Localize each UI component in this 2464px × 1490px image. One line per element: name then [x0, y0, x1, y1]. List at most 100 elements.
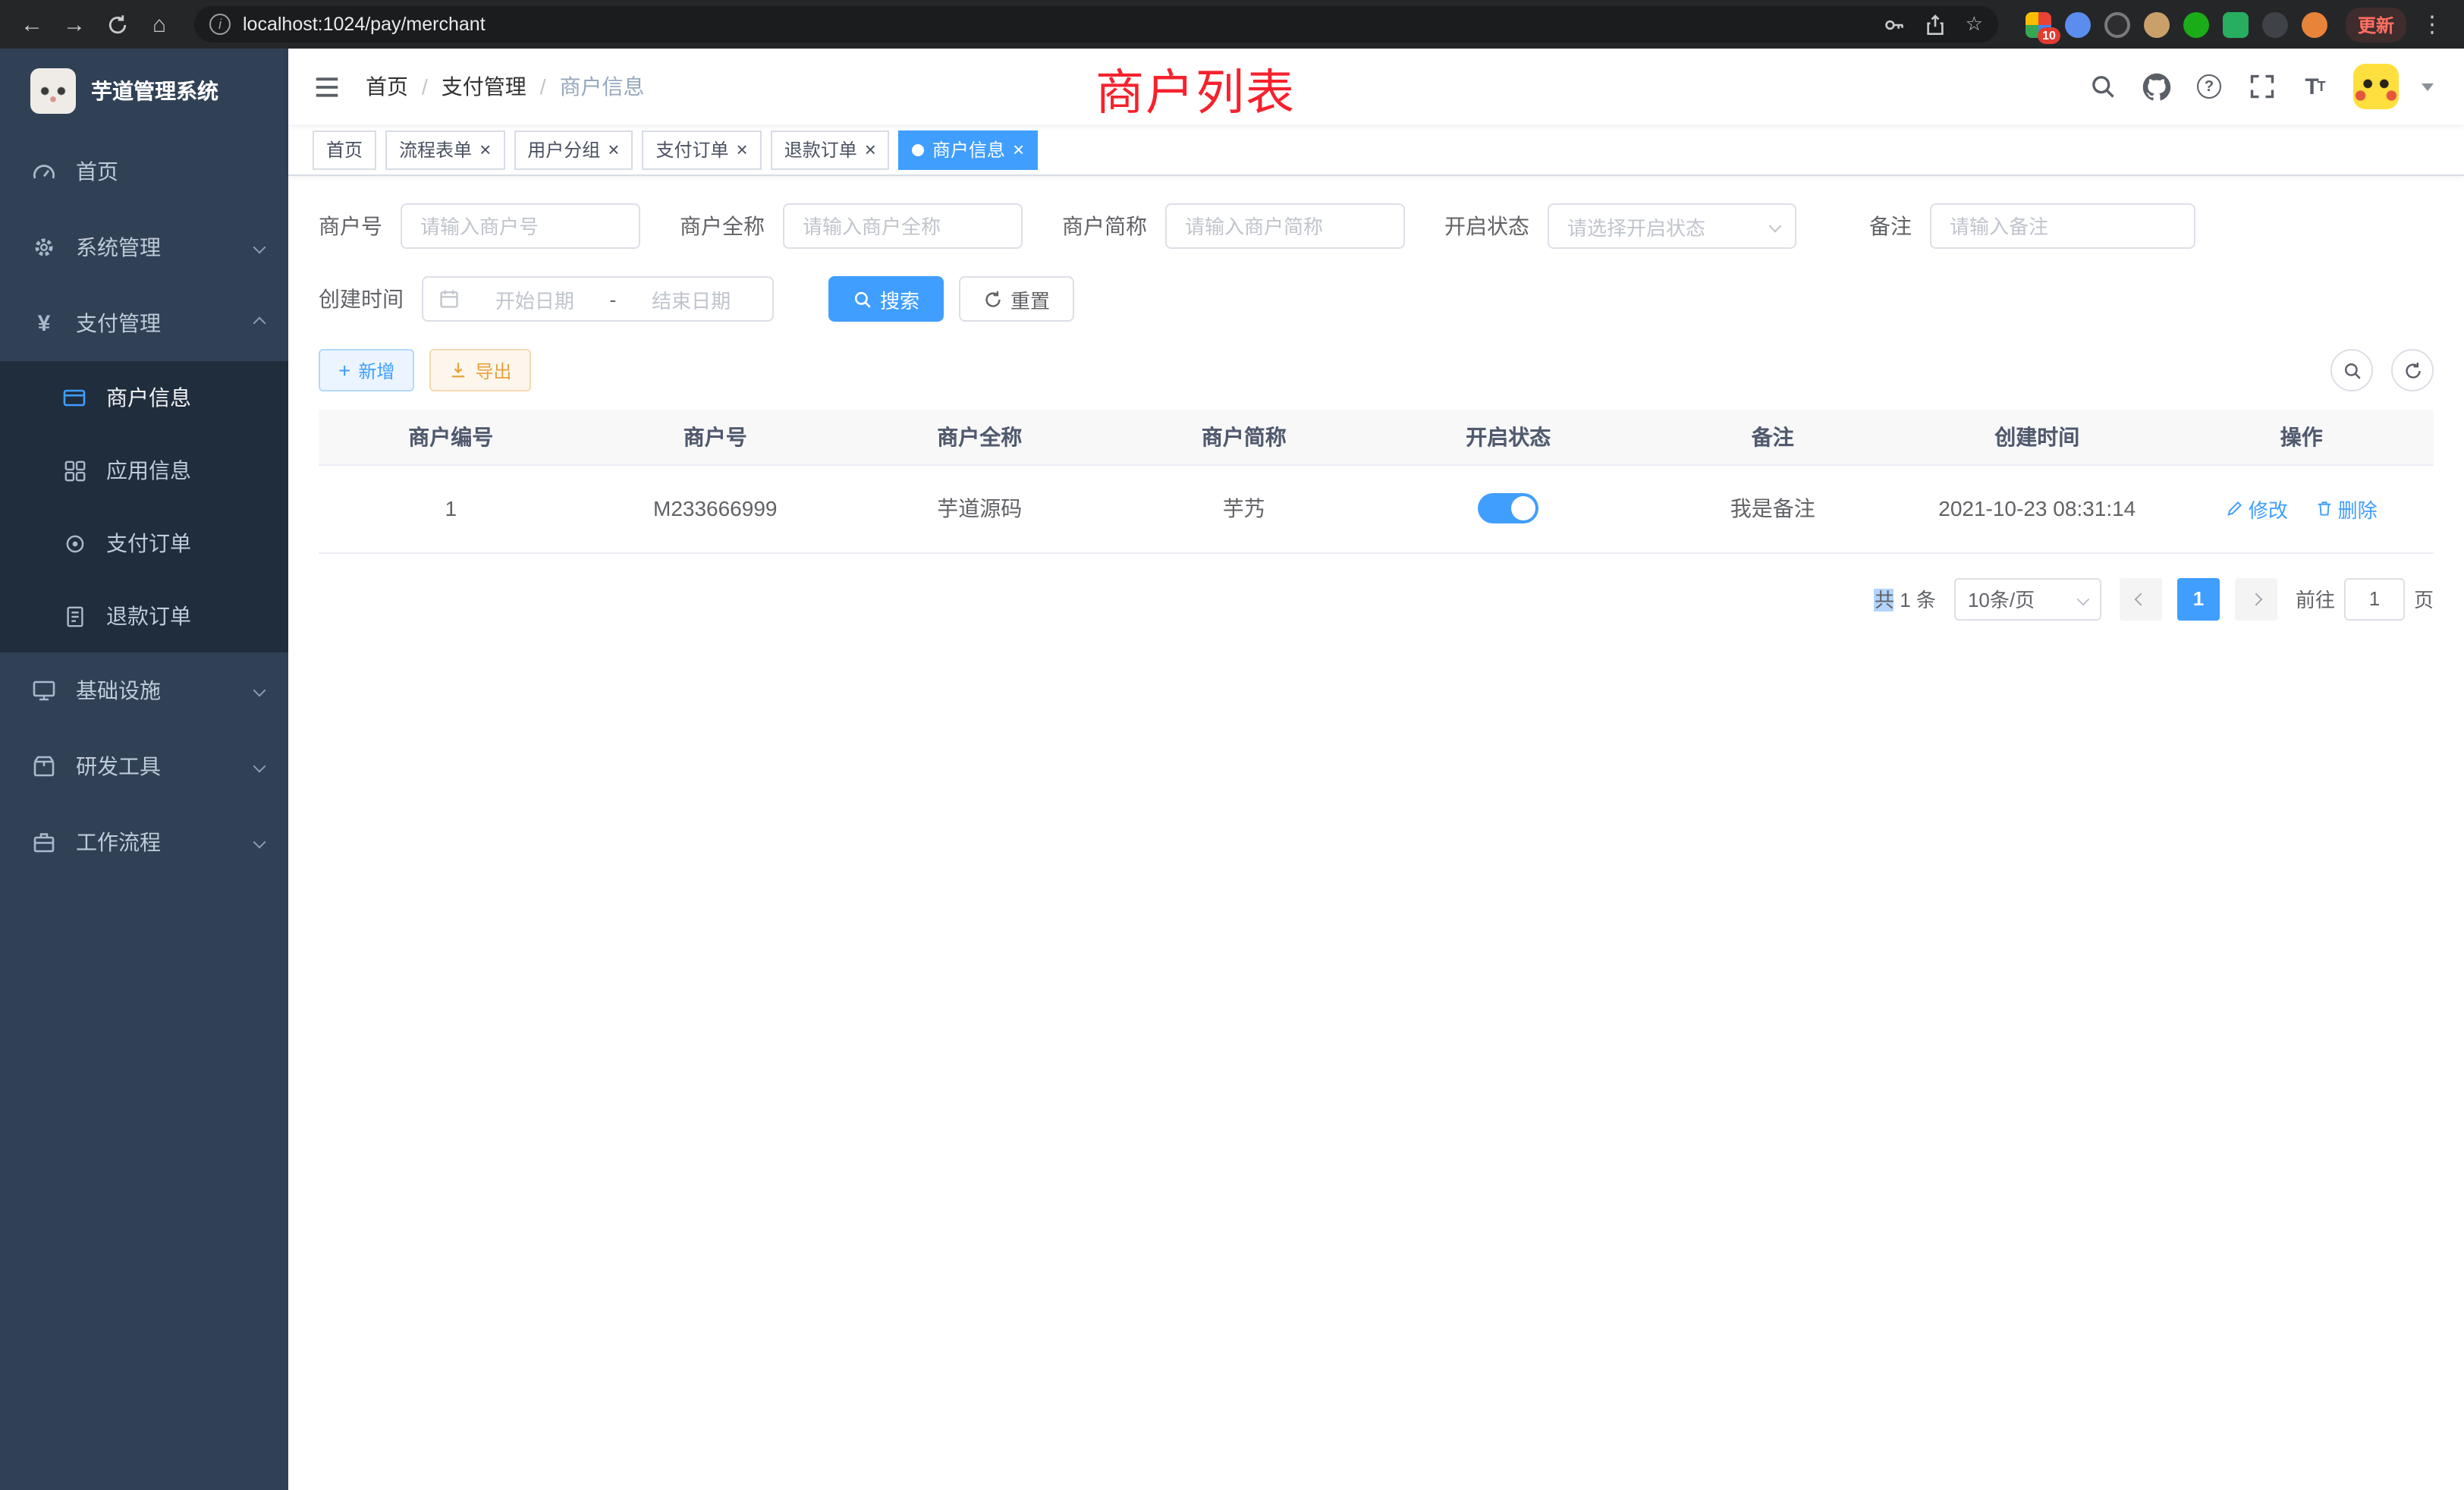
full-name-label: 商户全称	[680, 211, 765, 241]
add-button-label: 新增	[358, 357, 394, 383]
extension-icon[interactable]	[2183, 11, 2209, 37]
refresh-icon	[983, 289, 1003, 309]
github-icon[interactable]	[2141, 71, 2171, 102]
download-icon	[449, 361, 467, 379]
page-size-select[interactable]: 10条/页	[1954, 577, 2101, 620]
chevron-right-icon	[2249, 593, 2262, 605]
extension-icon[interactable]	[2262, 11, 2288, 37]
prev-page-button[interactable]	[2120, 577, 2162, 620]
reset-button[interactable]: 重置	[959, 276, 1074, 322]
search-icon	[853, 289, 872, 309]
fullscreen-icon[interactable]	[2247, 71, 2277, 102]
end-date-placeholder[interactable]: 结束日期	[625, 284, 757, 313]
remark-input[interactable]	[1930, 203, 2195, 249]
font-size-glyph: T	[2318, 79, 2326, 94]
share-icon[interactable]	[1925, 13, 1947, 36]
close-icon[interactable]: ×	[608, 139, 619, 159]
next-page-button[interactable]	[2235, 577, 2277, 620]
jump-page-input[interactable]	[2344, 577, 2405, 620]
tab-pay-orders[interactable]: 支付订单×	[642, 130, 761, 169]
tab-home[interactable]: 首页	[313, 130, 376, 169]
sidebar-item-system[interactable]: 系统管理	[0, 209, 288, 285]
page-size-value: 10条/页	[1968, 584, 2035, 613]
dashboard-icon	[30, 159, 58, 184]
search-button[interactable]: 搜索	[828, 276, 944, 322]
reset-button-label: 重置	[1010, 284, 1050, 313]
status-label: 开启状态	[1444, 211, 1529, 241]
search-icon	[2342, 360, 2362, 380]
extension-icon[interactable]	[2065, 11, 2091, 37]
toggle-knob	[1511, 496, 1535, 520]
profile-avatar-icon[interactable]	[2302, 11, 2327, 37]
column-header: 创建时间	[1905, 410, 2170, 464]
cell-full-name: 芋道源码	[847, 464, 1112, 552]
sidebar-item-dev-tools[interactable]: 研发工具	[0, 728, 288, 804]
forward-button[interactable]: →	[55, 5, 94, 44]
breadcrumb-home[interactable]: 首页	[366, 71, 408, 102]
total-count: 1	[1900, 589, 1910, 611]
page-number-button[interactable]: 1	[2177, 577, 2220, 620]
password-key-icon[interactable]	[1884, 13, 1906, 36]
close-icon[interactable]: ×	[1013, 139, 1024, 159]
date-range-picker[interactable]: 开始日期 - 结束日期	[422, 276, 774, 322]
bookmark-star-icon[interactable]: ☆	[1966, 12, 1983, 36]
gear-icon	[30, 235, 58, 259]
browser-menu-icon[interactable]: ⋮	[2412, 5, 2452, 44]
sidebar-item-refund-orders[interactable]: 退款订单	[0, 580, 288, 652]
extension-icon[interactable]	[2144, 11, 2170, 37]
extension-icon[interactable]: 10	[2026, 11, 2051, 37]
extensions-area: 10	[2026, 11, 2327, 37]
browser-toolbar: ← → ⌂ i localhost:1024/pay/merchant ☆ 10	[0, 0, 2464, 49]
add-button[interactable]: + 新增	[319, 349, 414, 391]
status-select[interactable]: 请选择开启状态	[1548, 203, 1796, 249]
site-info-icon[interactable]: i	[209, 14, 231, 35]
help-icon[interactable]: ?	[2194, 71, 2224, 102]
tab-user-group[interactable]: 用户分组×	[514, 130, 633, 169]
extension-icon[interactable]	[2223, 11, 2249, 37]
app-logo[interactable]: 芋道管理系统	[0, 49, 288, 134]
tab-process-form[interactable]: 流程表单×	[385, 130, 504, 169]
delete-link[interactable]: 删除	[2315, 494, 2378, 523]
start-date-placeholder[interactable]: 开始日期	[469, 284, 601, 313]
extension-icon[interactable]	[2104, 11, 2130, 37]
sidebar-item-workflow[interactable]: 工作流程	[0, 804, 288, 880]
url-bar[interactable]: i localhost:1024/pay/merchant ☆	[194, 6, 1998, 42]
close-icon[interactable]: ×	[737, 139, 748, 159]
full-name-input[interactable]	[783, 203, 1023, 249]
close-icon[interactable]: ×	[479, 139, 491, 159]
column-header: 商户号	[583, 410, 848, 464]
edit-link[interactable]: 修改	[2226, 494, 2288, 523]
sidebar-item-home[interactable]: 首页	[0, 134, 288, 209]
tab-merchant-info[interactable]: 商户信息×	[899, 130, 1038, 169]
user-menu-caret-icon[interactable]	[2422, 83, 2434, 90]
toggle-search-button[interactable]	[2330, 349, 2373, 391]
user-avatar[interactable]	[2353, 64, 2399, 109]
sidebar-item-infrastructure[interactable]: 基础设施	[0, 652, 288, 728]
home-button[interactable]: ⌂	[140, 5, 179, 44]
short-name-input[interactable]	[1165, 203, 1405, 249]
calendar-icon	[438, 288, 460, 310]
sidebar-item-pay-orders[interactable]: 支付订单	[0, 507, 288, 580]
merchant-no-label: 商户号	[319, 211, 382, 241]
browser-update-button[interactable]: 更新	[2346, 7, 2406, 42]
breadcrumb-payment[interactable]: 支付管理	[442, 71, 526, 102]
close-icon[interactable]: ×	[865, 139, 876, 159]
cell-remark: 我是备注	[1641, 464, 1906, 552]
refresh-table-button[interactable]	[2391, 349, 2434, 391]
sidebar-toggle-button[interactable]	[313, 72, 341, 101]
grid-icon	[61, 459, 88, 482]
font-size-icon[interactable]: TT	[2300, 71, 2330, 102]
sidebar-item-merchant-info[interactable]: 商户信息	[0, 361, 288, 434]
column-header: 操作	[2170, 410, 2434, 464]
more-glyph: ⋮	[2421, 11, 2444, 38]
export-button[interactable]: 导出	[429, 349, 531, 391]
target-icon	[61, 532, 88, 555]
reload-button[interactable]	[97, 5, 137, 44]
sidebar-item-app-info[interactable]: 应用信息	[0, 434, 288, 507]
tab-refund-orders[interactable]: 退款订单×	[771, 130, 890, 169]
sidebar-item-payment[interactable]: ¥ 支付管理	[0, 285, 288, 361]
back-button[interactable]: ←	[12, 5, 52, 44]
merchant-no-input[interactable]	[401, 203, 640, 249]
search-icon[interactable]	[2088, 71, 2118, 102]
status-toggle[interactable]	[1478, 493, 1538, 523]
